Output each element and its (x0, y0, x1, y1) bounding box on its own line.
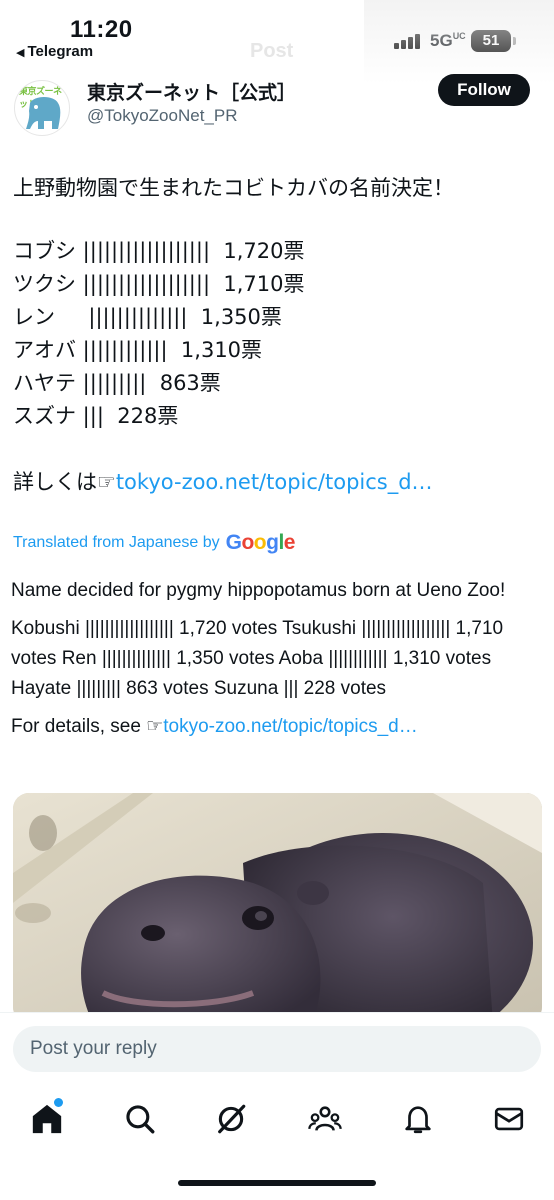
follow-button[interactable]: Follow (438, 74, 530, 106)
details-link-en[interactable]: tokyo-zoo.net/topic/topics_d… (163, 716, 418, 737)
notifications-icon[interactable] (401, 1102, 435, 1136)
details-line-en: For details, see ☞tokyo-zoo.net/topic/to… (11, 712, 546, 742)
home-notification-dot (54, 1098, 63, 1107)
vote-line: スズナ ||| 228票 (13, 404, 179, 428)
details-link-ja[interactable]: tokyo-zoo.net/topic/topics_d… (116, 470, 433, 494)
home-indicator[interactable] (178, 1180, 376, 1186)
google-logo: Google (225, 531, 296, 554)
author-display-name[interactable]: 東京ズーネット［公式］ (87, 78, 296, 105)
details-prefix-en: For details, see ☞ (11, 716, 164, 737)
author-handle[interactable]: @TokyoZooNet_PR (87, 106, 238, 126)
clock: 11:20 (70, 16, 133, 43)
avatar[interactable]: 東京ズーネット (14, 80, 70, 136)
back-to-telegram[interactable]: ◀ Telegram (16, 43, 93, 60)
header-overlay (364, 0, 554, 84)
details-prefix-ja: 詳しくは☞ (13, 470, 116, 494)
back-app-label: Telegram (27, 43, 94, 60)
reply-bar (0, 1012, 554, 1092)
messages-icon[interactable] (492, 1102, 526, 1136)
search-icon[interactable] (123, 1102, 157, 1136)
back-triangle-icon: ◀ (16, 47, 25, 59)
home-icon[interactable] (30, 1098, 64, 1136)
translated-votes: Kobushi |||||||||||||||||| 1,720 votes T… (11, 618, 504, 699)
bottom-nav (0, 1092, 554, 1200)
vote-line: コブシ |||||||||||||||||| 1,720票 (13, 239, 305, 263)
header-title: Post (250, 40, 294, 62)
tweet-text-ja: 上野動物園で生まれたコビトカバの名前決定！ コブシ ||||||||||||||… (13, 172, 543, 499)
tweet-headline-ja: 上野動物園で生まれたコビトカバの名前決定！ (13, 176, 454, 200)
elephant-icon (26, 97, 61, 129)
details-line-ja: 詳しくは☞tokyo-zoo.net/topic/topics_d… (13, 466, 543, 499)
translation-label: Translated from Japanese by (13, 534, 220, 551)
tweet-photo-pygmy-hippo[interactable] (13, 793, 542, 1023)
communities-icon[interactable] (308, 1102, 342, 1136)
grok-icon[interactable] (214, 1102, 248, 1136)
hippo-photo-illustration (13, 793, 542, 1023)
reply-input[interactable] (13, 1026, 541, 1072)
vote-line: ツクシ |||||||||||||||||| 1,710票 (13, 272, 305, 296)
translation-attribution[interactable]: Translated from Japanese by Google (13, 531, 295, 555)
vote-line: ハヤテ ||||||||| 863票 (13, 371, 221, 395)
vote-line: アオバ |||||||||||| 1,310票 (13, 338, 263, 362)
tweet-text-translated: Name decided for pygmy hippopotamus born… (11, 576, 546, 750)
vote-line: レン |||||||||||||| 1,350票 (13, 305, 282, 329)
translated-headline: Name decided for pygmy hippopotamus born… (11, 580, 506, 601)
